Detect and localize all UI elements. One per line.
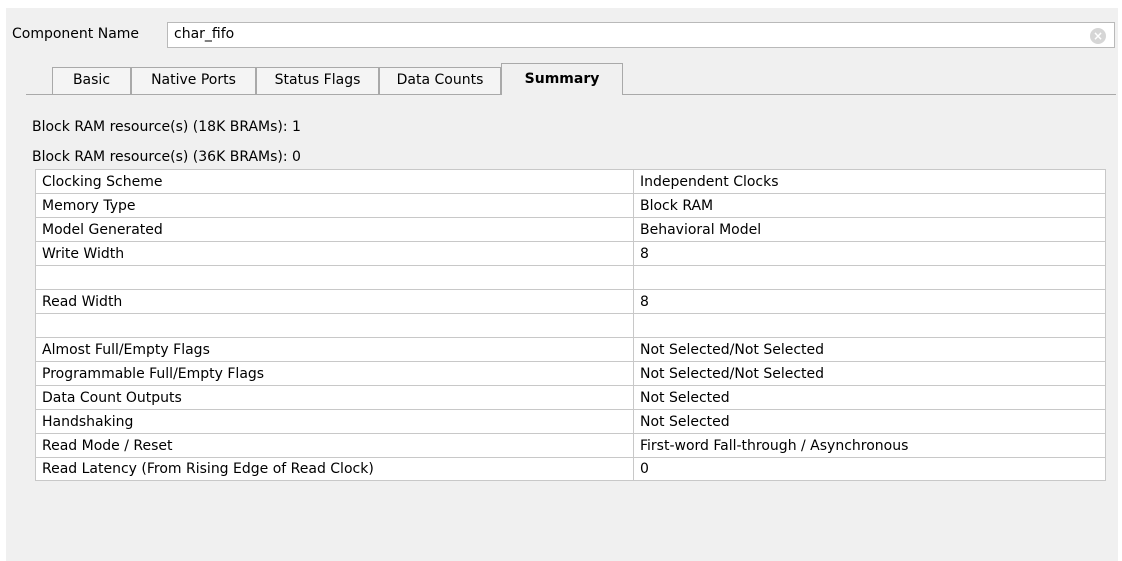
tab-bar: Basic Native Ports Status Flags Data Cou… [26, 61, 1116, 95]
summary-param: Clocking Scheme [35, 169, 634, 194]
summary-value [633, 313, 1106, 338]
table-row: Memory Type Block RAM [35, 193, 1106, 218]
summary-value: Not Selected [633, 409, 1106, 434]
summary-param: Data Count Outputs [35, 385, 634, 410]
table-row [35, 313, 1106, 338]
bram36-info: Block RAM resource(s) (36K BRAMs): 0 [32, 149, 301, 165]
summary-param: Model Generated [35, 217, 634, 242]
summary-value: Block RAM [633, 193, 1106, 218]
table-row: Clocking Scheme Independent Clocks [35, 169, 1106, 194]
component-name-input[interactable]: char_fifo × [167, 22, 1115, 48]
summary-value: Independent Clocks [633, 169, 1106, 194]
summary-value [633, 265, 1106, 290]
table-row: Almost Full/Empty Flags Not Selected/Not… [35, 337, 1106, 362]
summary-param: Read Latency (From Rising Edge of Read C… [35, 457, 634, 481]
tab-data-counts-label: Data Counts [396, 72, 484, 88]
summary-param: Handshaking [35, 409, 634, 434]
tab-basic[interactable]: Basic [52, 67, 131, 94]
tab-data-counts[interactable]: Data Counts [379, 67, 501, 94]
summary-value: 8 [633, 289, 1106, 314]
bram18-info: Block RAM resource(s) (18K BRAMs): 1 [32, 119, 301, 135]
summary-value: Behavioral Model [633, 217, 1106, 242]
summary-param [35, 265, 634, 290]
summary-table: Clocking Scheme Independent Clocks Memor… [35, 169, 1106, 481]
table-row: Model Generated Behavioral Model [35, 217, 1106, 242]
summary-value: 0 [633, 457, 1106, 481]
table-row: Read Mode / Reset First-word Fall-throug… [35, 433, 1106, 458]
summary-value: First-word Fall-through / Asynchronous [633, 433, 1106, 458]
table-row: Handshaking Not Selected [35, 409, 1106, 434]
table-row: Read Width 8 [35, 289, 1106, 314]
tab-summary[interactable]: Summary [501, 63, 623, 95]
tab-basic-label: Basic [72, 72, 111, 88]
summary-param: Memory Type [35, 193, 634, 218]
summary-value: 8 [633, 241, 1106, 266]
summary-value: Not Selected/Not Selected [633, 361, 1106, 386]
table-row [35, 265, 1106, 290]
tab-status-flags[interactable]: Status Flags [256, 67, 379, 94]
summary-value: Not Selected [633, 385, 1106, 410]
summary-value: Not Selected/Not Selected [633, 337, 1106, 362]
summary-param: Write Width [35, 241, 634, 266]
component-name-label: Component Name [12, 26, 140, 42]
table-row: Programmable Full/Empty Flags Not Select… [35, 361, 1106, 386]
component-name-value: char_fifo [174, 26, 235, 42]
table-row: Data Count Outputs Not Selected [35, 385, 1106, 410]
summary-param: Almost Full/Empty Flags [35, 337, 634, 362]
summary-param: Programmable Full/Empty Flags [35, 361, 634, 386]
tab-native-ports[interactable]: Native Ports [131, 67, 256, 94]
summary-param: Read Width [35, 289, 634, 314]
summary-param [35, 313, 634, 338]
tab-native-ports-label: Native Ports [151, 72, 236, 88]
clear-circle-icon[interactable]: × [1090, 28, 1106, 44]
fifo-config-panel: Component Name char_fifo × Basic Native … [6, 8, 1118, 561]
table-row: Read Latency (From Rising Edge of Read C… [35, 457, 1106, 481]
table-row: Write Width 8 [35, 241, 1106, 266]
tab-summary-label: Summary [524, 71, 600, 87]
summary-param: Read Mode / Reset [35, 433, 634, 458]
tab-status-flags-label: Status Flags [274, 72, 361, 88]
component-name-row: Component Name char_fifo × [6, 22, 1118, 50]
